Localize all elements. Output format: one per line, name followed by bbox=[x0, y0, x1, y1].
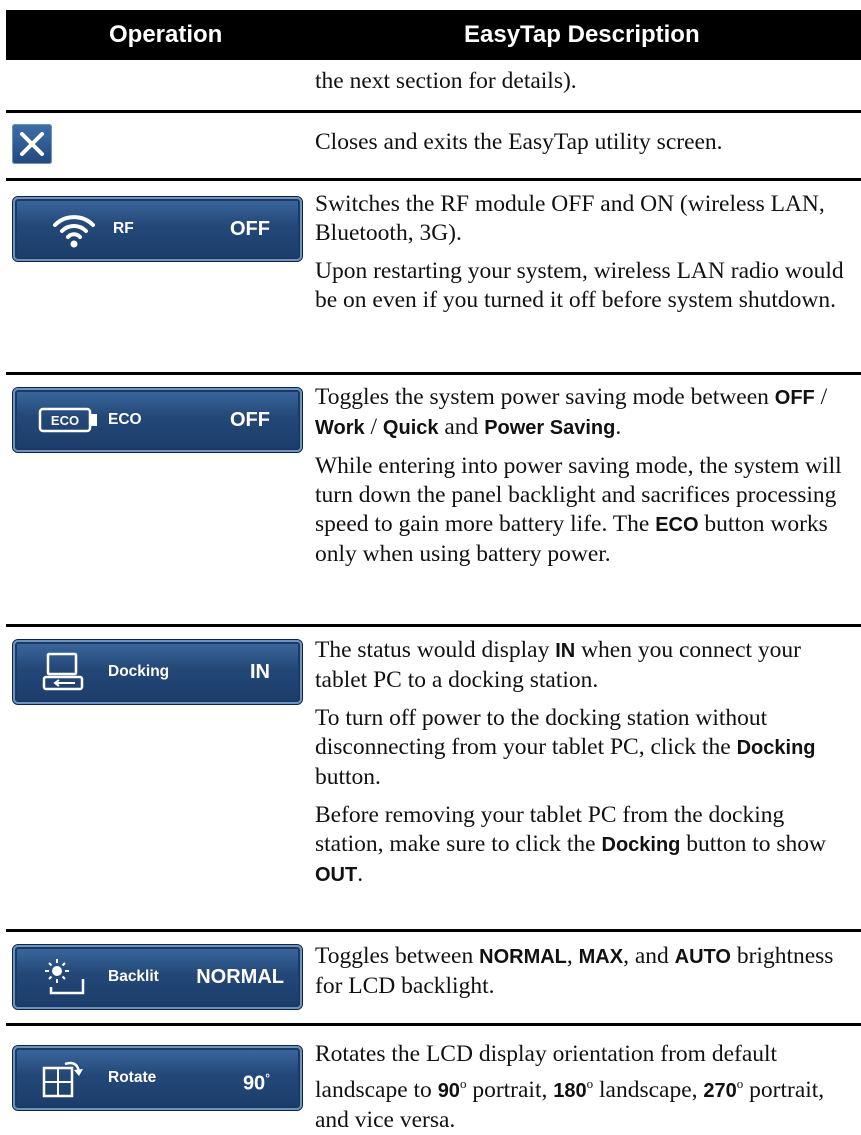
rf-description: Switches the RF module OFF and ON (wirel… bbox=[315, 190, 845, 315]
rotate-icon bbox=[42, 1061, 83, 1098]
rf-button[interactable]: RF OFF bbox=[13, 197, 302, 261]
close-paragraph: Closes and exits the EasyTap utility scr… bbox=[315, 129, 723, 155]
eco-description: Toggles the system power saving mode bet… bbox=[315, 383, 845, 569]
sun-monitor-icon bbox=[45, 959, 85, 995]
continuation-text: the next section for details). bbox=[315, 67, 845, 96]
row-divider bbox=[6, 1023, 861, 1026]
rotate-button[interactable]: Rotate 90° bbox=[13, 1046, 302, 1110]
close-description: Closes and exits the EasyTap utility scr… bbox=[315, 128, 845, 157]
continuation-paragraph: the next section for details). bbox=[315, 68, 577, 94]
computer-dock-icon bbox=[42, 652, 84, 691]
rotate-description: Rotates the LCD display orientation from… bbox=[315, 1040, 845, 1135]
docking-paragraph-2: To turn off power to the docking station… bbox=[315, 705, 816, 790]
eco-paragraph-2: While entering into power saving mode, t… bbox=[315, 453, 842, 567]
backlit-description: Toggles between NORMAL, MAX, and AUTO br… bbox=[315, 942, 845, 1001]
docking-label: Docking bbox=[108, 663, 170, 680]
eco-paragraph-1: Toggles the system power saving mode bet… bbox=[315, 384, 828, 440]
rf-paragraph-2: Upon restarting your system, wireless LA… bbox=[315, 258, 844, 313]
backlit-label: Backlit bbox=[108, 968, 159, 985]
backlit-button[interactable]: Backlit NORMAL bbox=[13, 945, 302, 1009]
backlit-paragraph: Toggles between NORMAL, MAX, and AUTO br… bbox=[315, 943, 834, 999]
header-description: EasyTap Description bbox=[464, 21, 700, 48]
table-header: Operation EasyTap Description bbox=[6, 10, 861, 60]
rotate-paragraph: Rotates the LCD display orientation from… bbox=[315, 1041, 825, 1133]
row-divider bbox=[6, 178, 861, 181]
battery-icon: ECO bbox=[38, 407, 97, 433]
row-divider bbox=[6, 110, 861, 113]
backlit-status: NORMAL bbox=[196, 966, 284, 988]
wifi-icon bbox=[53, 215, 95, 248]
svg-text:ECO: ECO bbox=[51, 413, 79, 428]
eco-status: OFF bbox=[230, 409, 270, 431]
rotate-label: Rotate bbox=[108, 1069, 157, 1086]
row-divider bbox=[6, 929, 861, 932]
rf-paragraph-1: Switches the RF module OFF and ON (wirel… bbox=[315, 191, 825, 246]
close-button[interactable] bbox=[12, 124, 52, 164]
docking-description: The status would display IN when you con… bbox=[315, 636, 845, 890]
docking-status: IN bbox=[250, 661, 270, 683]
rf-label: RF bbox=[113, 220, 134, 237]
eco-label: ECO bbox=[108, 411, 142, 428]
docking-paragraph-1: The status would display IN when you con… bbox=[315, 637, 802, 693]
close-icon bbox=[20, 132, 44, 156]
docking-button[interactable]: Docking IN bbox=[13, 640, 302, 704]
header-operation: Operation bbox=[109, 21, 223, 48]
rotate-status: 90° bbox=[242, 1071, 270, 1095]
rf-status: OFF bbox=[230, 218, 270, 240]
docking-paragraph-3: Before removing your tablet PC from the … bbox=[315, 802, 826, 887]
row-divider bbox=[6, 372, 861, 375]
eco-button[interactable]: ECO ECO OFF bbox=[13, 388, 302, 452]
row-divider bbox=[6, 624, 861, 627]
